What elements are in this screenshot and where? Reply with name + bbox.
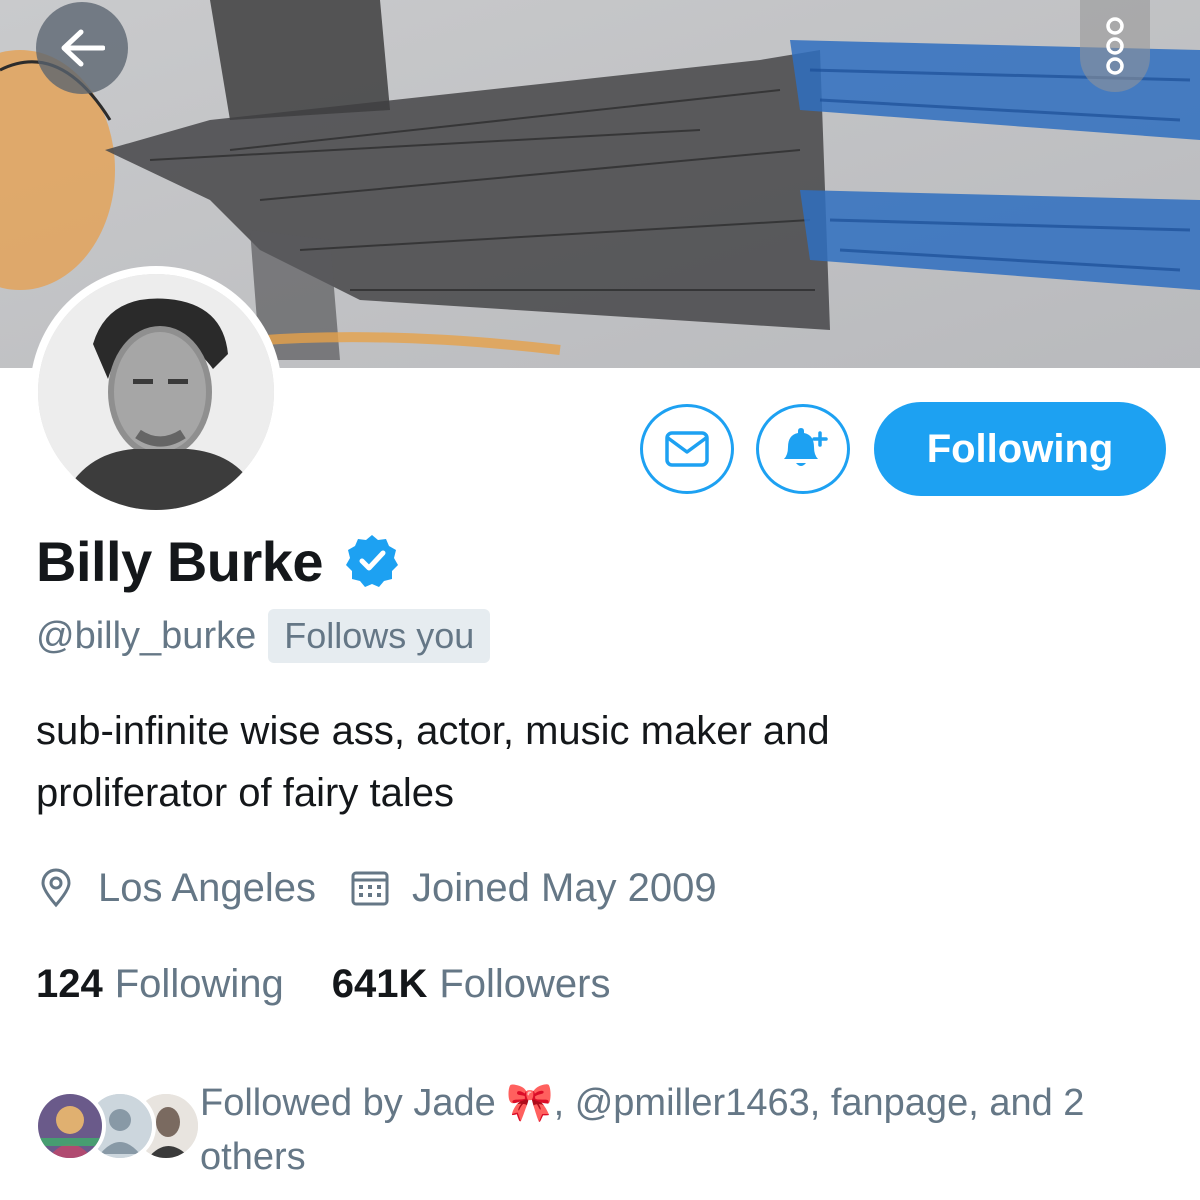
followed-by-section[interactable]: Followed by Jade 🎀, @pmiller1463, fanpag… [34, 1076, 1184, 1186]
calendar-icon [350, 868, 390, 908]
bio-line: sub-infinite wise ass, actor, music make… [36, 709, 830, 753]
followers-label: Followers [439, 961, 611, 1006]
followed-by-line: Followed by Jade 🎀, @pmiller1463, fanpag… [200, 1082, 1085, 1124]
joined-item: Joined May 2009 [350, 866, 717, 911]
following-stat[interactable]: 124 Following [36, 962, 284, 1007]
handle-row: @billy_burke Follows you [36, 606, 491, 666]
avatar-photo [38, 274, 274, 510]
profile-stats: 124 Following 641K Followers [36, 954, 611, 1014]
following-count: 124 [36, 961, 103, 1006]
message-button[interactable] [640, 404, 734, 494]
joined-text: Joined May 2009 [411, 865, 717, 910]
profile-name-row: Billy Burke [36, 526, 401, 596]
following-label: Following [114, 961, 284, 1006]
profile-avatar[interactable] [30, 266, 282, 518]
bell-plus-icon [784, 428, 828, 466]
envelope-icon [665, 431, 709, 467]
profile-handle: @billy_burke [36, 614, 257, 657]
notifications-button[interactable] [756, 404, 850, 494]
display-name: Billy Burke [36, 529, 324, 593]
location-text: Los Angeles [98, 865, 316, 910]
followers-stat[interactable]: 641K Followers [332, 962, 611, 1007]
bio-line: proliferator of fairy tales [36, 771, 454, 815]
profile-meta: Los Angeles Joined May 2009 [36, 858, 717, 918]
followers-count: 641K [331, 961, 428, 1006]
back-button[interactable] [36, 2, 128, 94]
location-item: Los Angeles [36, 866, 316, 911]
more-vertical-icon [1106, 17, 1124, 75]
follower-avatar [34, 1090, 106, 1162]
followed-by-line: others [200, 1136, 306, 1178]
followed-by-text: Followed by Jade 🎀, @pmiller1463, fanpag… [200, 1076, 1180, 1184]
follows-you-badge: Follows you [268, 609, 491, 663]
arrow-left-icon [61, 29, 105, 67]
verified-badge-icon [343, 532, 401, 590]
more-options-button[interactable] [1080, 0, 1150, 92]
following-button[interactable]: Following [874, 402, 1166, 496]
profile-bio: sub-infinite wise ass, actor, music make… [36, 700, 1136, 824]
location-pin-icon [36, 868, 76, 908]
